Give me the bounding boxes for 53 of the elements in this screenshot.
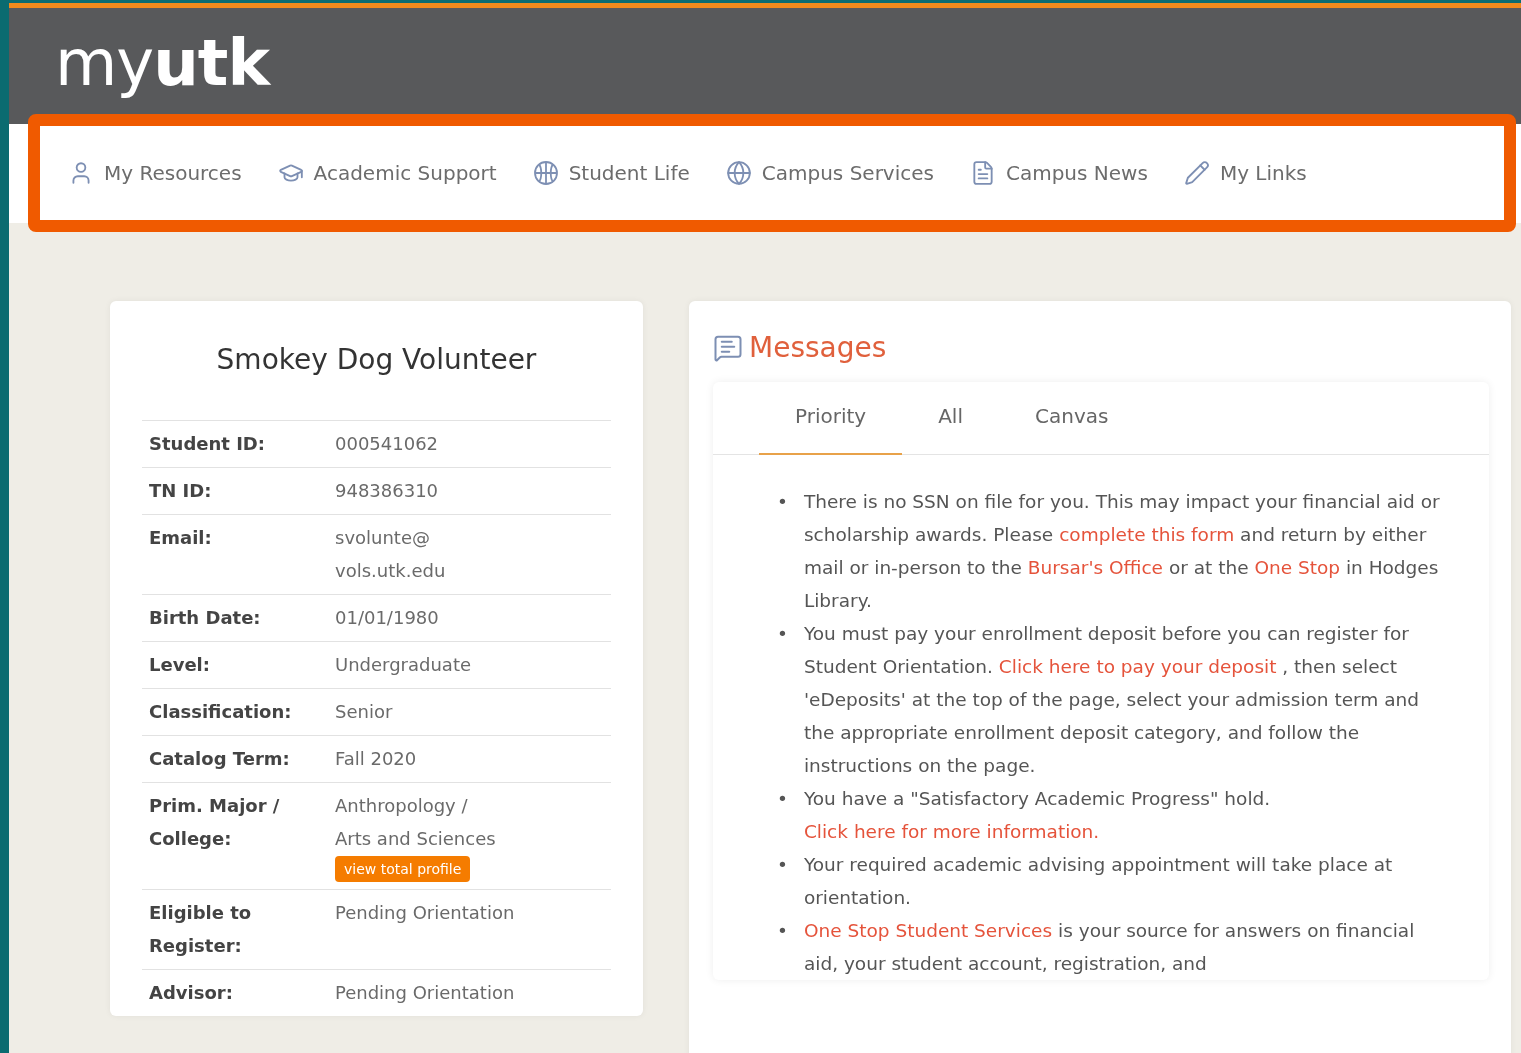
field-label: Classification: <box>149 700 293 724</box>
pencil-icon <box>1183 159 1210 186</box>
field-label: Advisor: <box>149 981 234 1005</box>
view-profile-button[interactable]: view total profile <box>335 856 471 882</box>
bullet: • <box>777 919 788 943</box>
field-value: Undergraduate <box>335 653 473 677</box>
field-value: Fall 2020 <box>335 747 418 771</box>
field-label: Catalog Term: <box>149 747 291 771</box>
bullet: • <box>777 853 788 877</box>
message-item: There is no SSN on file for you. This may impact your financial aid or scholarship awards. Please complete this form and return by either mail or in-person to the Bursar's Office or at the One Stop in Hodges Library. <box>803 490 1441 613</box>
message-link[interactable]: Bursar's Office <box>1027 557 1163 578</box>
message-link[interactable]: complete this form <box>1059 524 1235 545</box>
field-value: Anthropology / <box>335 794 469 818</box>
globe-icon <box>725 159 752 186</box>
messages-title: Messages <box>749 331 887 364</box>
field-value: Pending Orientation <box>335 901 516 925</box>
message-item: You have a "Satisfactory Academic Progress" hold. Click here for more information. <box>803 787 1272 844</box>
nav-link[interactable]: Campus Services <box>725 159 934 186</box>
nav-link[interactable]: Academic Support <box>277 159 497 186</box>
field-label: Student ID: <box>149 432 266 456</box>
message-tab[interactable]: Priority <box>759 382 903 455</box>
field-value: 01/01/1980 <box>335 606 440 630</box>
field-value: vols.utk.edu <box>335 559 447 583</box>
field-value: 948386310 <box>335 479 440 503</box>
nav-link[interactable]: Campus News <box>969 159 1148 186</box>
message-link[interactable]: One Stop <box>1254 557 1340 578</box>
bullet: • <box>777 490 788 514</box>
field-label: Email: <box>149 526 213 550</box>
field-value: 000541062 <box>335 432 440 456</box>
field-value: Senior <box>335 700 394 724</box>
message-tab[interactable]: All <box>902 382 999 455</box>
message-item: Your required academic advising appointment will take place at orientation. <box>803 853 1394 910</box>
message-link[interactable]: Click here for more information. <box>803 821 1100 842</box>
message-tab[interactable]: Canvas <box>999 382 1145 455</box>
field-label: Birth Date: <box>149 606 262 630</box>
message-item: You must pay your enrollment deposit before you can register for Student Orientation. Click here to pay your deposit , then select 'eDeposits' at the top of the page, select your admission term and the appropriate enrollment deposit category, and follow the instructions on the page. <box>803 622 1421 778</box>
field-label: TN ID: <box>149 479 213 503</box>
field-value: Pending Orientation <box>335 981 516 1005</box>
field-label: Prim. Major / College: <box>149 794 281 851</box>
field-label: Level: <box>149 653 211 677</box>
bullet: • <box>777 622 788 646</box>
message-link[interactable]: One Stop Student Services <box>803 920 1053 941</box>
message-item: One Stop Student Services is your source for answers on financial aid, your student account, registration, and <box>803 919 1416 976</box>
nav-link[interactable]: My Resources <box>68 159 242 186</box>
field-value: Arts and Sciences <box>335 827 497 851</box>
nav-link[interactable]: My Links <box>1183 159 1307 186</box>
message-link[interactable]: Click here to pay your deposit <box>998 656 1277 677</box>
field-value: svolunte@ <box>335 526 431 550</box>
nav-link[interactable]: Student Life <box>532 159 690 186</box>
basketball-icon <box>532 159 559 186</box>
bullet: • <box>777 787 788 811</box>
field-label: Eligible to Register: <box>149 901 253 958</box>
student-name: Smokey Dog Volunteer <box>215 343 538 376</box>
